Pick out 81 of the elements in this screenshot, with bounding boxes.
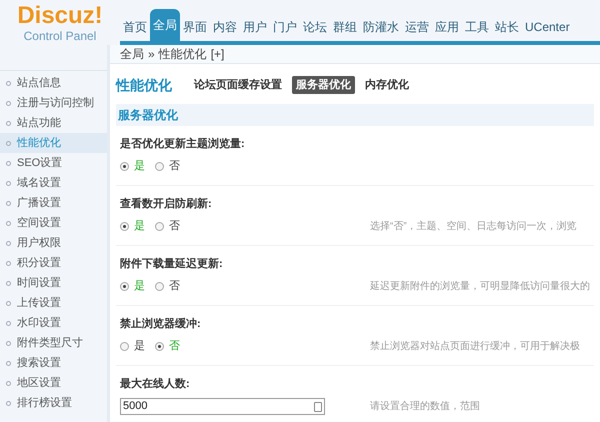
sidebar-item[interactable]: 地区设置 (0, 373, 107, 393)
radio-button[interactable] (155, 162, 164, 171)
breadcrumb-current: 性能优化 (158, 46, 207, 63)
nav-tab[interactable]: 用户 (240, 13, 270, 41)
setting-hint: 禁止浏览器对站点页面进行缓冲，可用于解决极 (370, 340, 580, 354)
nav-tab[interactable]: 内容 (210, 13, 240, 41)
add-shortcut-link[interactable]: [+] (210, 45, 224, 63)
radio-button[interactable] (120, 222, 129, 231)
setting-label: 查看数开启防刷新: (120, 196, 213, 212)
page-title: 性能优化 (116, 76, 172, 94)
radio-button[interactable] (120, 282, 129, 291)
sidebar-item[interactable]: 注册与访问控制 (0, 93, 107, 113)
bullet-icon (6, 200, 11, 206)
sidebar-item[interactable]: 域名设置 (0, 173, 107, 193)
setting-label: 最大在线人数: (120, 376, 191, 392)
setting-label: 是否优化更新主题浏览量: (120, 136, 246, 152)
bullet-icon (6, 180, 11, 186)
bullet-icon (6, 380, 11, 386)
nav-tab[interactable]: UCenter (522, 13, 573, 41)
bullet-icon (6, 260, 11, 266)
radio-option[interactable]: 否 (155, 158, 180, 175)
bullet-icon (6, 400, 11, 406)
radio-option[interactable]: 是 (120, 338, 145, 355)
logo-text: Discuz! (17, 2, 103, 28)
nav-tab[interactable]: 首页 (120, 13, 150, 41)
radio-button[interactable] (155, 342, 164, 351)
sidebar-item[interactable]: 广播设置 (0, 193, 107, 213)
bullet-icon (6, 360, 11, 366)
nav-tab[interactable]: 运营 (402, 13, 432, 41)
sidebar-item[interactable]: 用户权限 (0, 233, 107, 253)
sidebar-item[interactable]: 站点功能 (0, 113, 107, 133)
bullet-icon (6, 300, 11, 306)
nav-tab[interactable]: 门户 (270, 13, 300, 41)
nav-tab[interactable]: 站长 (492, 13, 522, 41)
sub-tab[interactable]: 服务器优化 (292, 76, 355, 94)
bullet-icon (6, 80, 11, 86)
setting-hint: 选择“否”，主题、空间、日志每访问一次，浏览 (370, 220, 577, 234)
sidebar-item[interactable]: 积分设置 (0, 253, 107, 273)
bullet-icon (6, 120, 11, 126)
sidebar-item[interactable]: 站点信息 (0, 73, 107, 93)
sidebar-item[interactable]: 空间设置 (0, 213, 107, 233)
sidebar-item[interactable]: SEO设置 (0, 153, 107, 173)
bullet-icon (6, 220, 11, 226)
sidebar-item[interactable]: 附件类型尺寸 (0, 333, 107, 353)
bullet-icon (6, 280, 11, 286)
sidebar-item[interactable]: 上传设置 (0, 293, 107, 313)
nav-tab[interactable]: 界面 (180, 13, 210, 41)
nav-tab[interactable]: 论坛 (300, 13, 330, 41)
bullet-icon (6, 240, 11, 246)
sidebar-item[interactable]: 时间设置 (0, 273, 107, 293)
sidebar-item[interactable]: 排行榜设置 (0, 393, 107, 413)
sub-tab[interactable]: 论坛页面缓存设置 (190, 76, 286, 94)
radio-button[interactable] (120, 162, 129, 171)
radio-option[interactable]: 否 (155, 218, 180, 235)
breadcrumb-separator: » (148, 46, 155, 63)
bullet-icon (6, 140, 11, 146)
bullet-icon (6, 100, 11, 106)
radio-button[interactable] (120, 342, 129, 351)
logo-subtitle: Control Panel (24, 28, 96, 42)
setting-label: 附件下载量延迟更新: (120, 256, 224, 272)
bullet-icon (6, 340, 11, 346)
breadcrumb-link[interactable]: 全局 (120, 45, 144, 63)
nav-tab[interactable]: 全局 (150, 9, 180, 41)
section-header: 服务器优化 (116, 104, 594, 126)
radio-button[interactable] (155, 282, 164, 291)
sub-tab[interactable]: 内存优化 (361, 76, 413, 94)
radio-button[interactable] (155, 222, 164, 231)
bullet-icon (6, 320, 11, 326)
sidebar-item[interactable]: 水印设置 (0, 313, 107, 333)
nav-tab[interactable]: 应用 (432, 13, 462, 41)
setting-hint: 延迟更新附件的浏览量，可明显降低访问量很大的 (370, 280, 590, 294)
setting-hint: 请设置合理的数值，范围 (370, 400, 480, 414)
sidebar-item[interactable]: 搜索设置 (0, 353, 107, 373)
nav-tab[interactable]: 群组 (330, 13, 360, 41)
radio-option[interactable]: 否 (155, 278, 180, 295)
nav-tab[interactable]: 工具 (462, 13, 492, 41)
nav-tab[interactable]: 防灌水 (360, 13, 402, 41)
spinner-icon[interactable] (314, 402, 322, 412)
setting-label: 禁止浏览器缓冲: (120, 316, 202, 332)
number-field[interactable]: 5000 (120, 398, 325, 415)
bullet-icon (6, 160, 11, 166)
